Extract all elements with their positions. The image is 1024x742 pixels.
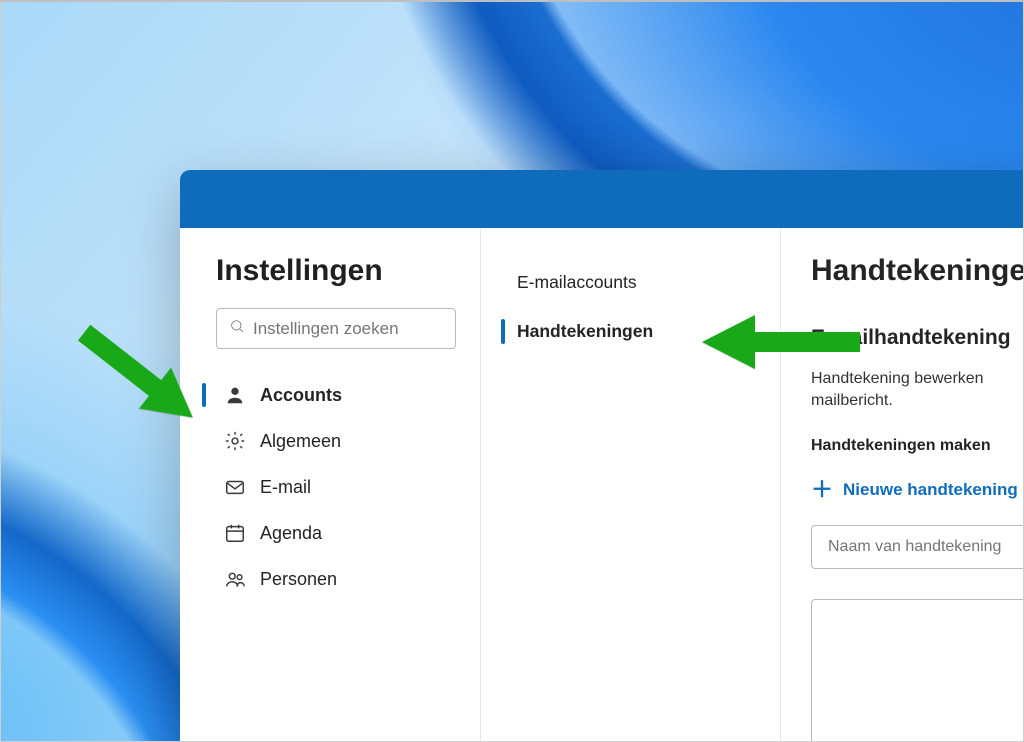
subnav-item-label: E-mailaccounts (517, 272, 637, 292)
sidebar-nav: Accounts Algemeen E-mail (216, 375, 456, 599)
section-description: Handtekening bewerken mailbericht. (811, 368, 1024, 413)
window-titlebar (180, 170, 1024, 228)
sidebar-item-calendar[interactable]: Agenda (216, 513, 456, 553)
sidebar-item-label: Personen (260, 569, 337, 590)
signature-name-input[interactable] (828, 538, 1024, 556)
subnav-item-email-accounts[interactable]: E-mailaccounts (501, 260, 770, 305)
content-panel: Handtekeningen E-mailhandtekening Handte… (780, 228, 1024, 742)
subnav-item-signatures[interactable]: Handtekeningen (501, 309, 770, 354)
people-icon (224, 568, 246, 590)
search-icon (229, 318, 245, 339)
sidebar-item-label: Agenda (260, 523, 322, 544)
gear-icon (224, 430, 246, 452)
signatures-subhead: Handtekeningen maken (811, 437, 1024, 455)
new-signature-label: Nieuwe handtekening (843, 480, 1018, 500)
calendar-icon (224, 522, 246, 544)
sidebar-item-people[interactable]: Personen (216, 559, 456, 599)
sidebar-item-label: Algemeen (260, 431, 341, 452)
settings-window: Instellingen Accounts (180, 170, 1024, 742)
page-title: Handtekeningen (811, 254, 1024, 288)
section-title: E-mailhandtekening (811, 326, 1024, 350)
signature-name-field[interactable] (811, 525, 1024, 569)
sidebar-item-accounts[interactable]: Accounts (216, 375, 456, 415)
subnav: E-mailaccounts Handtekeningen (480, 228, 780, 742)
settings-search[interactable] (216, 308, 456, 349)
person-icon (224, 384, 246, 406)
subnav-item-label: Handtekeningen (517, 321, 653, 341)
sidebar-item-email[interactable]: E-mail (216, 467, 456, 507)
sidebar-item-general[interactable]: Algemeen (216, 421, 456, 461)
plus-icon: ＋ (811, 479, 833, 501)
sidebar: Instellingen Accounts (180, 228, 480, 742)
signature-editor[interactable] (811, 599, 1024, 742)
settings-search-input[interactable] (253, 319, 474, 339)
new-signature-button[interactable]: ＋ Nieuwe handtekening (811, 479, 1024, 501)
mail-icon (224, 476, 246, 498)
sidebar-item-label: E-mail (260, 477, 311, 498)
sidebar-title: Instellingen (216, 254, 456, 288)
sidebar-item-label: Accounts (260, 385, 342, 406)
